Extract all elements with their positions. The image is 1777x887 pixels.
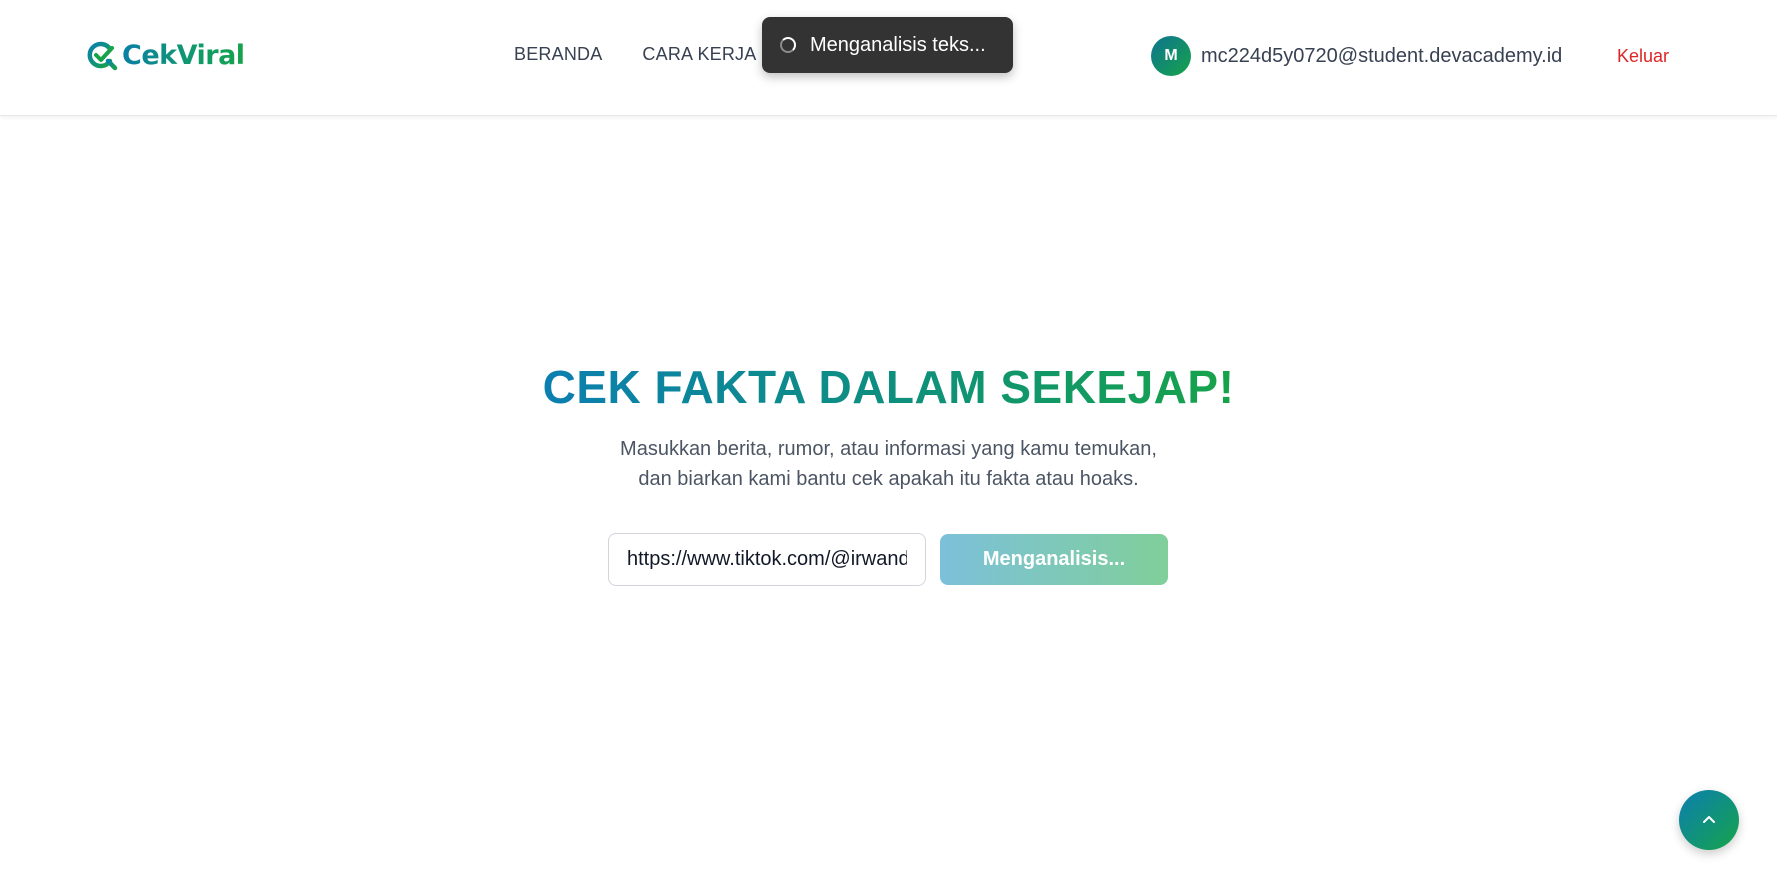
brand-logo[interactable]: CekViral (86, 38, 245, 74)
loading-toast: Menganalisis teks... (762, 17, 1013, 73)
chevron-up-icon (1703, 816, 1715, 823)
nav-item-cara-kerja[interactable]: CARA KERJA (642, 44, 756, 65)
user-profile: M mc224d5y0720@student.devacademy.id (1151, 36, 1562, 76)
claim-url-input[interactable] (608, 533, 926, 586)
analyze-button[interactable]: Menganalisis... (940, 534, 1168, 585)
hero-title-text: CEK FAKTA DALAM SEKEJAP! (542, 361, 1235, 413)
nav-item-beranda[interactable]: BERANDA (514, 44, 602, 65)
check-magnifier-icon (87, 41, 118, 71)
scroll-to-top-button[interactable] (1679, 790, 1739, 850)
avatar: M (1151, 36, 1191, 76)
toast-message: Menganalisis teks... (810, 33, 986, 56)
hero-subtitle-line-2: dan biarkan kami bantu cek apakah itu fa… (638, 468, 1139, 490)
hero-subtitle: Masukkan berita, rumor, atau informasi y… (0, 434, 1777, 494)
brand-name: CekViral (122, 38, 245, 74)
spinner-icon (780, 37, 796, 53)
hero-title: CEK FAKTA DALAM SEKEJAP! (0, 360, 1777, 414)
hero-subtitle-line-1: Masukkan berita, rumor, atau informasi y… (620, 438, 1157, 460)
main-nav: BERANDA CARA KERJA (514, 44, 756, 65)
user-email: mc224d5y0720@student.devacademy.id (1201, 44, 1563, 67)
logout-link[interactable]: Keluar (1617, 46, 1669, 67)
